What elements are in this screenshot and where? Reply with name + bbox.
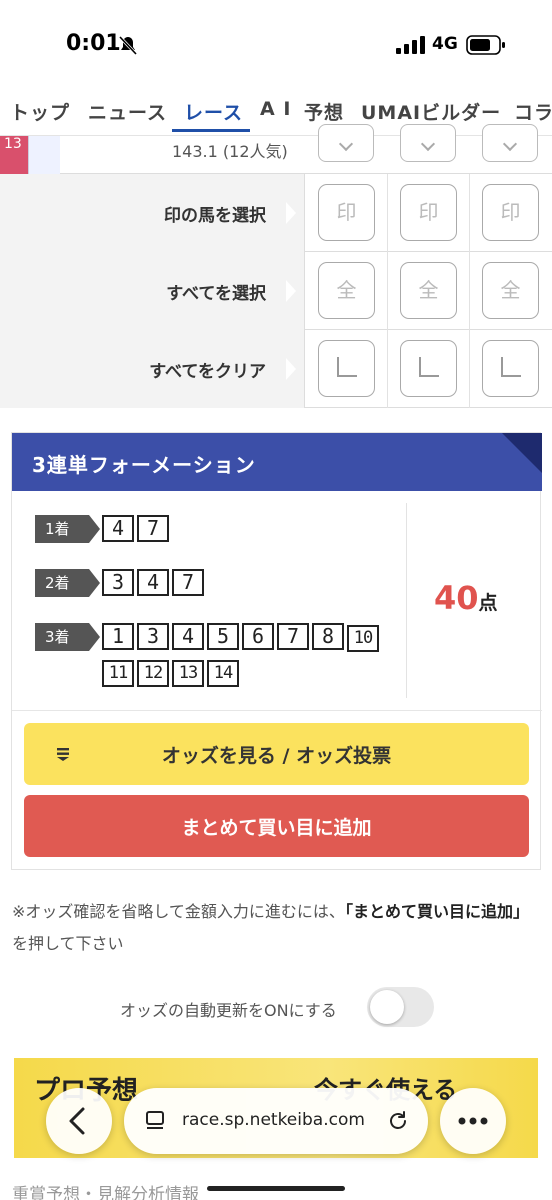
horse-number-box: 6 [242, 623, 274, 650]
horse-number-box: 4 [137, 569, 169, 596]
selection-table: 13 143.1 (12人気) 印の馬を選択 印 印 印 すべてを選択 全 全 [0, 124, 552, 408]
all-2nd-button[interactable]: 全 [400, 262, 457, 319]
auto-update-toggle[interactable] [367, 987, 434, 1027]
tab-news[interactable]: ニュース [88, 98, 167, 125]
tab-overview-icon [146, 1111, 164, 1129]
formation-body: 1着 47 2着 347 3着 1 3 4 5 6 7 8 1011 12 13 14 40点 [12, 491, 542, 711]
horse-number-box: 10 [347, 625, 379, 652]
horse-number-box: 12 [137, 660, 169, 687]
chevron-icon [338, 136, 354, 152]
network-type: 4G [432, 34, 458, 54]
more-icon [458, 1117, 488, 1125]
clear-icon [501, 357, 521, 377]
select-2nd-checkbox[interactable] [400, 124, 456, 162]
horse-number-box: 5 [207, 623, 239, 650]
horse-number-box: 11 [102, 660, 134, 687]
place-numbers: 1 3 4 5 6 7 8 1011 12 13 14 [102, 623, 392, 695]
mark-1st-button[interactable]: 印 [318, 184, 375, 241]
status-bar: 0:01 4G [0, 0, 552, 84]
reload-icon[interactable] [386, 1109, 410, 1133]
row-arrow-icon [286, 202, 296, 224]
horse-odds: 143.1 (12人気) [172, 142, 288, 161]
horse-number-box: 7 [137, 515, 169, 542]
horse-number-box: 8 [312, 623, 344, 650]
row-select-marked: 印の馬を選択 印 印 印 [0, 174, 552, 252]
auto-update-label: オッズの自動更新をONにする [120, 1001, 337, 1020]
browser-toolbar: race.sp.netkeiba.com [46, 1088, 506, 1154]
place-numbers: 347 [102, 569, 392, 604]
formation-title: 3連単フォーメーション [32, 453, 256, 477]
silent-bell-icon [118, 35, 138, 56]
place-tag: 3着 [35, 623, 89, 651]
tab-umai-builder[interactable]: UMAIビルダー [361, 98, 501, 125]
combination-total: 40点 [434, 579, 498, 617]
view-odds-button[interactable]: オッズを見る / オッズ投票 [24, 723, 529, 785]
signal-icon [396, 36, 425, 54]
add-bets-button[interactable]: まとめて買い目に追加 [24, 795, 529, 857]
note-emphasis: 「まとめて買い目に追加」 [344, 902, 529, 921]
place-tag: 1着 [35, 515, 89, 543]
corner-fold [502, 433, 542, 473]
combination-unit: 点 [478, 592, 498, 614]
url-text: race.sp.netkeiba.com [182, 1110, 365, 1130]
horse-number-box: 14 [207, 660, 239, 687]
row-label: すべてをクリア [149, 362, 266, 382]
horse-number: 13 [0, 136, 28, 174]
chevron-icon [502, 136, 518, 152]
home-indicator [207, 1186, 345, 1191]
status-time: 0:01 [66, 31, 121, 56]
tab-race[interactable]: レース [184, 98, 243, 125]
select-1st-checkbox[interactable] [318, 124, 374, 162]
horse-number-box: 1 [102, 623, 134, 650]
active-tab-underline [172, 129, 250, 132]
formation-card: 3連単フォーメーション 1着 47 2着 347 3着 1 3 4 5 6 7 8 1011 1… [11, 432, 542, 870]
back-button[interactable] [46, 1088, 112, 1154]
category-nav: トップ ニュース レース A I 予想 UMAIビルダー コラ [0, 84, 552, 136]
horse-number-box: 13 [172, 660, 204, 687]
place-numbers: 47 [102, 515, 392, 550]
row-label: すべてを選択 [166, 284, 266, 304]
row-clear-all: すべてをクリア [0, 330, 552, 408]
clear-2nd-button[interactable] [400, 340, 457, 397]
horse-number-box: 7 [172, 569, 204, 596]
horse-color-strip [28, 136, 60, 174]
horse-number-box: 3 [102, 569, 134, 596]
note-text: ※オッズ確認を省略して金額入力に進むには、「まとめて買い目に追加」を押して下さい [12, 902, 529, 953]
horse-number-box: 7 [277, 623, 309, 650]
clear-icon [419, 357, 439, 377]
more-button[interactable] [440, 1088, 506, 1154]
horse-row: 13 143.1 (12人気) [0, 124, 552, 174]
select-3rd-checkbox[interactable] [482, 124, 538, 162]
auto-update-row: オッズの自動更新をONにする [0, 985, 552, 1029]
horse-number-box: 3 [137, 623, 169, 650]
clear-1st-button[interactable] [318, 340, 375, 397]
chevron-icon [420, 136, 436, 152]
row-arrow-icon [286, 280, 296, 302]
mark-3rd-button[interactable]: 印 [482, 184, 539, 241]
tab-column[interactable]: コラ [514, 98, 552, 125]
tab-top[interactable]: トップ [10, 98, 70, 125]
horse-number-box: 4 [102, 515, 134, 542]
add-bets-label: まとめて買い目に追加 [181, 817, 372, 839]
view-odds-label: オッズを見る / オッズ投票 [161, 745, 392, 767]
clear-3rd-button[interactable] [482, 340, 539, 397]
mark-2nd-button[interactable]: 印 [400, 184, 457, 241]
formation-header: 3連単フォーメーション [12, 433, 542, 491]
all-1st-button[interactable]: 全 [318, 262, 375, 319]
address-bar[interactable]: race.sp.netkeiba.com [124, 1088, 428, 1154]
row-label: 印の馬を選択 [164, 206, 266, 226]
row-arrow-icon [286, 358, 296, 380]
combination-count: 40 [434, 579, 479, 617]
tab-yosou[interactable]: 予想 [304, 98, 344, 125]
clear-icon [337, 357, 357, 377]
all-3rd-button[interactable]: 全 [482, 262, 539, 319]
tab-ai[interactable]: A I [260, 98, 291, 120]
horse-number-box: 4 [172, 623, 204, 650]
place-tag: 2着 [35, 569, 89, 597]
battery-icon [466, 35, 505, 55]
section-heading-partial: 重賞予想・見解分析情報 [12, 1185, 199, 1200]
row-select-all: すべてを選択 全 全 全 [0, 252, 552, 330]
chevron-left-icon [69, 1107, 85, 1135]
